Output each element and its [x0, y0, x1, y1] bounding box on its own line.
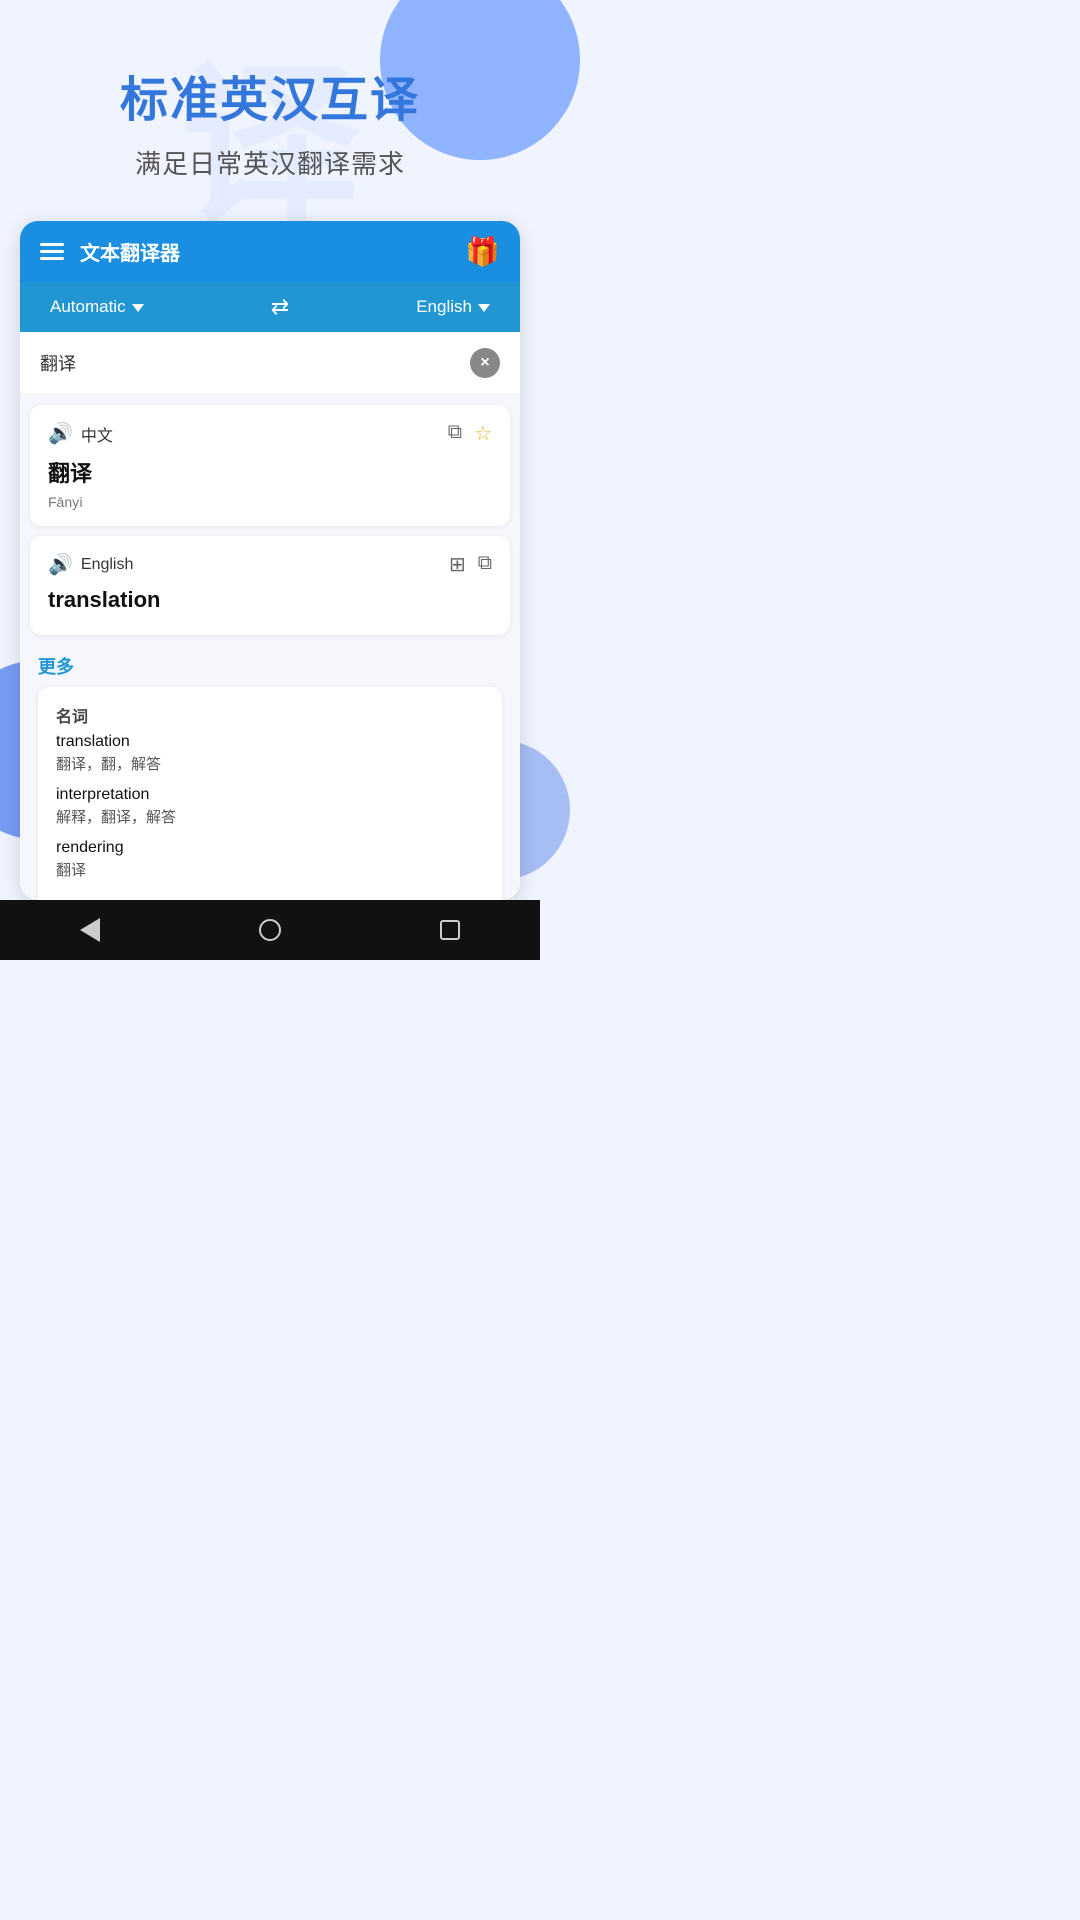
main-content: 标准英汉互译 满足日常英汉翻译需求 文本翻译器 🎁 Automatic ⇄ En… [0, 0, 540, 960]
more-card: 名词 translation 翻译，翻，解答 interpretation 解释… [38, 687, 502, 900]
target-lang-label: English [416, 297, 472, 317]
copy-english-icon[interactable]: ⧉ [478, 552, 492, 577]
chinese-lang-label: 🔊 中文 [48, 421, 113, 446]
more-entry-0: translation 翻译，翻，解答 [56, 733, 484, 774]
translation-section: 🔊 中文 ⧉ ☆ 翻译 Fānyì 🔊 English [20, 395, 520, 900]
more-label: 更多 [38, 653, 502, 679]
english-card-header: 🔊 English ⊞ ⧉ [48, 552, 492, 577]
nav-back-button[interactable] [80, 918, 100, 942]
toolbar-left: 文本翻译器 [40, 237, 180, 266]
toolbar: 文本翻译器 🎁 [20, 221, 520, 282]
more-entry-1: interpretation 解释，翻译，解答 [56, 786, 484, 827]
english-translation-card: 🔊 English ⊞ ⧉ translation [30, 536, 510, 635]
more-def-1: 解释，翻译，解答 [56, 806, 484, 827]
copy-icon[interactable]: ⧉ [448, 421, 462, 446]
input-area[interactable]: 翻译 × [20, 332, 520, 395]
more-entry-2: rendering 翻译 [56, 839, 484, 880]
more-def-2: 翻译 [56, 859, 484, 880]
recents-square-icon [440, 920, 460, 940]
lang-bar: Automatic ⇄ English [20, 282, 520, 332]
more-word-2: rendering [56, 839, 484, 857]
chinese-main-text: 翻译 [48, 456, 492, 488]
english-speaker-icon[interactable]: 🔊 [48, 552, 73, 577]
nav-recents-button[interactable] [440, 920, 460, 940]
more-word-1: interpretation [56, 786, 484, 804]
bottom-nav [0, 900, 540, 960]
english-lang-label: 🔊 English [48, 552, 133, 577]
source-lang-selector[interactable]: Automatic [50, 297, 144, 317]
input-text: 翻译 [40, 350, 470, 376]
star-icon[interactable]: ☆ [474, 421, 492, 446]
source-lang-label: Automatic [50, 297, 126, 317]
english-main-text: translation [48, 587, 492, 613]
hero-section: 标准英汉互译 满足日常英汉翻译需求 [0, 0, 540, 211]
toolbar-title: 文本翻译器 [80, 237, 180, 266]
back-arrow-icon [80, 918, 100, 942]
chinese-speaker-icon[interactable]: 🔊 [48, 421, 73, 446]
target-lang-dropdown-arrow [478, 304, 490, 312]
more-def-0: 翻译，翻，解答 [56, 753, 484, 774]
more-pos: 名词 [56, 703, 484, 727]
home-circle-icon [259, 919, 281, 941]
gift-icon[interactable]: 🎁 [465, 235, 500, 268]
english-card-actions: ⊞ ⧉ [449, 552, 492, 577]
chinese-card-actions: ⧉ ☆ [448, 421, 492, 446]
chinese-lang-name: 中文 [81, 422, 113, 446]
swap-icon[interactable]: ⇄ [271, 294, 289, 320]
hero-subtitle: 满足日常英汉翻译需求 [40, 144, 500, 181]
chinese-card-header: 🔊 中文 ⧉ ☆ [48, 421, 492, 446]
chinese-translation-card: 🔊 中文 ⧉ ☆ 翻译 Fānyì [30, 405, 510, 526]
app-card: 文本翻译器 🎁 Automatic ⇄ English 翻译 × [20, 221, 520, 900]
english-lang-name: English [81, 556, 133, 574]
clear-button[interactable]: × [470, 348, 500, 378]
hero-title: 标准英汉互译 [40, 60, 500, 130]
menu-icon[interactable] [40, 243, 64, 260]
external-link-icon[interactable]: ⊞ [449, 552, 466, 577]
nav-home-button[interactable] [259, 919, 281, 941]
chinese-pinyin: Fānyì [48, 494, 492, 510]
target-lang-selector[interactable]: English [416, 297, 490, 317]
source-lang-dropdown-arrow [132, 304, 144, 312]
more-section: 更多 名词 translation 翻译，翻，解答 interpretation… [20, 645, 520, 900]
more-word-0: translation [56, 733, 484, 751]
